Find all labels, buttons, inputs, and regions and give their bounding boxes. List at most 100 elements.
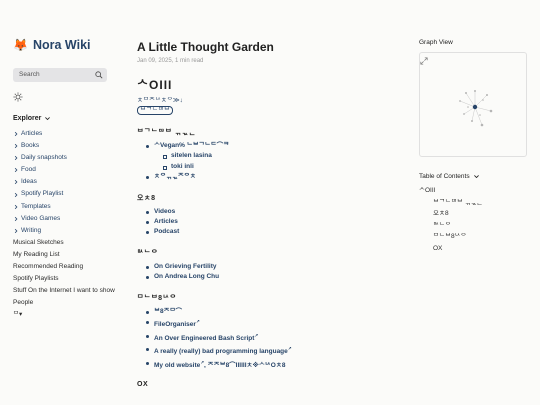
- file-item[interactable]: ᄆ▾: [13, 309, 125, 321]
- search-placeholder: Search: [19, 71, 40, 78]
- sidebar-left: 🦊 Nora Wiki Search Explorer Articles Boo…: [13, 38, 125, 322]
- list-item-link[interactable]: On Grieving Fertility: [154, 263, 216, 270]
- list-item[interactable]: ᄉVegan% ᄂᄇᄀᄂᄃ⌒ᄏ: [137, 141, 397, 151]
- chevron-right-icon: [14, 180, 18, 185]
- folder-label: Daily snapshots: [21, 154, 67, 162]
- section-heading: ᄆᄉᄂᄋ: [137, 249, 159, 257]
- chevron-down-icon: [45, 117, 51, 121]
- chevron-right-icon: [14, 131, 18, 137]
- folder-articles[interactable]: Articles: [13, 128, 125, 140]
- article-sections: ᄇᄀᄂᄃᄆᄇ ᆩᆪᆫ ᄉVegan% ᄂᄇᄀᄂᄃ⌒ᄏ sitelen lasina t…: [137, 127, 397, 371]
- folder-spotify-playlist[interactable]: Spotify Playlist: [13, 188, 125, 200]
- chevron-right-icon: [14, 204, 18, 209]
- external-link-icon: ↗: [287, 346, 292, 352]
- folder-video-games[interactable]: Video Games: [13, 213, 125, 225]
- list-item-link[interactable]: Articles: [154, 218, 178, 225]
- folder-label: Ideas: [21, 178, 37, 186]
- list-item[interactable]: toki inli: [137, 162, 397, 172]
- page-meta: Jan 09, 2025, 1 min read: [137, 58, 204, 64]
- list-item[interactable]: FileOrganiser↗: [137, 317, 397, 331]
- site-logo[interactable]: 🦊 Nora Wiki: [13, 38, 125, 52]
- section-heading: ᄆᄂᄇ8ᄂᄉᄋ: [137, 294, 177, 302]
- list-item[interactable]: An Over Engineered Bash Script↗: [137, 331, 397, 345]
- chevron-right-icon: [14, 228, 18, 233]
- list-item[interactable]: On Andrea Long Chu: [137, 272, 397, 282]
- list-item-suffix: , ᄌᄌᄇ8⌒IIIIIIㅊ※ᄉᄂᄉOㅊ8: [204, 361, 286, 369]
- list-item-link[interactable]: A really (really) bad programming langua…: [154, 348, 288, 355]
- list-item-link[interactable]: ᄇ8ᄌᄆ⌒: [154, 308, 182, 315]
- search-input[interactable]: Search: [13, 68, 107, 82]
- list-item[interactable]: On Grieving Fertility: [137, 262, 397, 272]
- article: A Little Thought Garden Jan 09, 2025, 1 …: [137, 40, 397, 388]
- section-heading: OX: [137, 381, 149, 389]
- section-list: ᄉVegan% ᄂᄇᄀᄂᄃ⌒ᄏ sitelen lasina toki inli ㅊᄋ…: [137, 141, 397, 183]
- folder-label: Food: [21, 166, 36, 174]
- file-item[interactable]: Spotify Playlists: [13, 273, 125, 285]
- search-icon: [95, 71, 103, 79]
- list-item-link[interactable]: My old website: [154, 362, 200, 369]
- folder-label: Books: [21, 142, 40, 150]
- list-item[interactable]: ᄇ8ᄌᄆ⌒: [137, 307, 397, 317]
- list-item-link[interactable]: An Over Engineered Bash Script: [154, 335, 254, 342]
- folder-food[interactable]: Food: [13, 164, 125, 176]
- list-item-link[interactable]: ᄉVegan% ᄂᄇᄀᄂᄃ⌒ᄏ: [154, 142, 229, 149]
- folder-label: Video Games: [21, 214, 61, 222]
- list-item-link[interactable]: Podcast: [154, 228, 179, 235]
- file-item[interactable]: Musical Sketches: [13, 237, 125, 249]
- article-heading: ᄉOIII: [137, 78, 173, 92]
- intro-line: ᄇᄀᄂᄃᄆᄇ: [137, 105, 397, 116]
- list-item[interactable]: A really (really) bad programming langua…: [137, 344, 397, 358]
- toc-item[interactable]: ᄉOIII: [419, 185, 527, 197]
- file-item[interactable]: Recommended Reading: [13, 261, 125, 273]
- list-item-link[interactable]: ㅊᄋᆩᆪᄌᄋㅊ: [154, 173, 196, 180]
- toc-toggle[interactable]: Table of Contents: [419, 173, 527, 180]
- folder-templates[interactable]: Templates: [13, 201, 125, 213]
- chevron-right-icon: [14, 192, 18, 197]
- external-link-icon: ↗: [195, 319, 200, 325]
- toc-item[interactable]: OX: [419, 243, 527, 255]
- toc-item[interactable]: ᄆᄂᄇ8ᄂᄉᄋ: [419, 231, 527, 243]
- file-item[interactable]: Stuff On the Internet I want to show: [13, 285, 125, 297]
- intro-text: ㅊᄆᄌᄂᄉㅊᄋ≫↓ ᄇᄀᄂᄃᄆᄇ: [137, 96, 397, 115]
- list-item-link[interactable]: Videos: [154, 208, 175, 215]
- explorer-toggle[interactable]: Explorer: [13, 115, 125, 122]
- list-item[interactable]: Podcast: [137, 227, 397, 237]
- list-item-link[interactable]: On Andrea Long Chu: [154, 273, 219, 280]
- expand-icon[interactable]: [420, 57, 428, 65]
- list-item[interactable]: Articles: [137, 217, 397, 227]
- folder-label: Spotify Playlist: [21, 190, 64, 198]
- toc-item[interactable]: 오ㅊ8: [419, 208, 527, 220]
- file-item[interactable]: People: [13, 297, 125, 309]
- chevron-right-icon: [14, 144, 18, 149]
- external-link-icon: ↗: [254, 332, 259, 338]
- list-item[interactable]: My old website↗, ᄌᄌᄇ8⌒IIIIIIㅊ※ᄉᄂᄉOㅊ8: [137, 358, 397, 372]
- toc-item[interactable]: ᄇᄀᄂᄃᄆᄇ ᆩᆪᆫ: [419, 197, 527, 209]
- chevron-right-icon: [14, 156, 18, 161]
- intro-link[interactable]: ᄇᄀᄂᄃᄆᄇ: [137, 105, 173, 115]
- folder-ideas[interactable]: Ideas: [13, 176, 125, 188]
- site-name: Nora Wiki: [32, 38, 91, 52]
- toc-item[interactable]: ᄆᄉᄂᄋ: [419, 220, 527, 232]
- section-list: Videos Articles Podcast: [137, 207, 397, 238]
- graph-view[interactable]: [419, 52, 527, 157]
- graph-current-node[interactable]: [472, 104, 478, 110]
- list-item[interactable]: sitelen lasina: [137, 151, 397, 161]
- section-list: ᄇ8ᄌᄆ⌒ FileOrganiser↗ An Over Engineered Ba…: [137, 307, 397, 372]
- folder-label: Templates: [21, 202, 51, 210]
- folder-writing[interactable]: Writing: [13, 225, 125, 237]
- list-item-link[interactable]: toki inli: [171, 163, 194, 170]
- list-item[interactable]: ㅊᄋᆩᆪᄌᄋㅊ: [137, 172, 397, 182]
- folder-daily-snapshots[interactable]: Daily snapshots: [13, 152, 125, 164]
- sun-icon[interactable]: [13, 92, 23, 102]
- folder-books[interactable]: Books: [13, 140, 125, 152]
- chevron-right-icon: [14, 216, 18, 221]
- list-item[interactable]: Videos: [137, 207, 397, 217]
- fox-icon: 🦊: [13, 38, 28, 52]
- intro-line: ㅊᄆᄌᄂᄉㅊᄋ≫↓: [137, 97, 183, 104]
- section-heading: 오ㅊ8: [137, 194, 156, 202]
- file-item[interactable]: My Reading List: [13, 249, 125, 261]
- list-item-link[interactable]: FileOrganiser: [154, 321, 196, 328]
- explorer-tree: Articles Books Daily snapshots Food Idea…: [13, 128, 125, 322]
- graph-canvas[interactable]: [420, 53, 528, 158]
- list-item-link[interactable]: sitelen lasina: [171, 152, 212, 159]
